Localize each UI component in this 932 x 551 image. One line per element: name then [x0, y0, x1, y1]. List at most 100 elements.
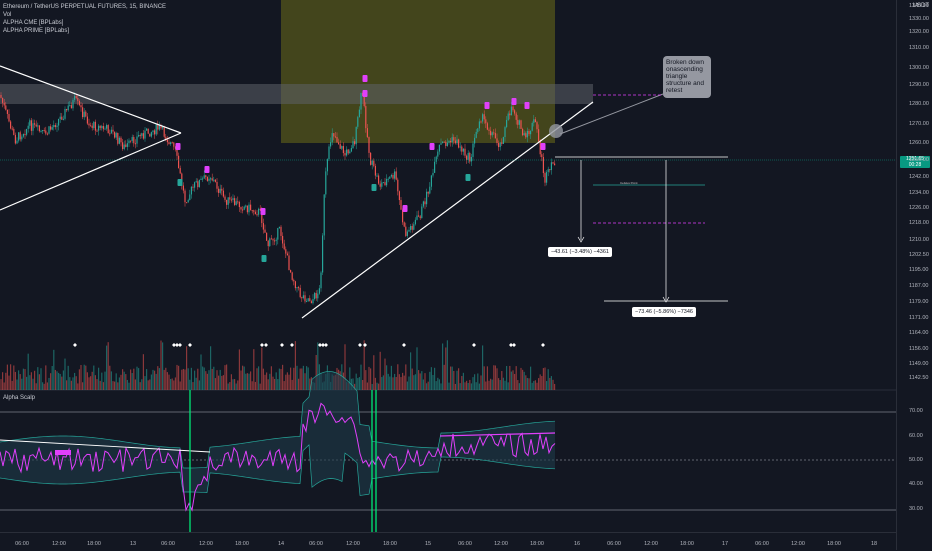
candle-body: [234, 198, 236, 205]
volume-bar: [82, 382, 84, 390]
candle-body: [48, 126, 50, 134]
measure-label-2[interactable]: −73.46 (−5.86%) −7346: [632, 307, 696, 317]
volume-bar: [403, 375, 405, 390]
volume-bar: [106, 345, 108, 390]
volume-bar: [517, 380, 519, 390]
volume-bar: [370, 368, 372, 390]
candle-body: [290, 270, 292, 273]
volume-bar: [123, 371, 125, 390]
signal-dot: [358, 343, 362, 347]
candle-body: [499, 142, 501, 148]
volume-bar: [125, 374, 127, 390]
candle-body: [34, 123, 36, 125]
volume-bar: [483, 366, 485, 390]
signal-sell-marker: [484, 102, 490, 109]
volume-bar: [466, 380, 468, 390]
candle-body: [198, 179, 200, 188]
volume-bar: [259, 383, 261, 390]
candle-body: [150, 132, 152, 137]
candle-body: [101, 126, 103, 128]
candle-body: [509, 113, 511, 116]
candle-body: [403, 222, 405, 227]
price-tick-label: 1156.00: [909, 346, 929, 352]
volume-bar: [67, 365, 69, 390]
volume-bar: [414, 374, 416, 390]
candle-body: [392, 175, 394, 179]
candle-body: [235, 201, 237, 205]
oscillator-tick-label: 50.00: [909, 457, 923, 463]
volume-bar: [362, 379, 364, 390]
candle-body: [501, 142, 503, 144]
candle-body: [21, 136, 23, 140]
candle-body: [547, 169, 549, 173]
volume-bar: [136, 366, 138, 390]
volume-bar: [77, 383, 79, 390]
candle-body: [307, 298, 309, 302]
oscillator-title[interactable]: Alpha Scalp: [3, 395, 35, 401]
candle-body: [453, 137, 455, 141]
candle-body: [302, 295, 304, 299]
volume-bar: [184, 369, 186, 390]
volume-bar: [454, 383, 456, 390]
candle-body: [328, 146, 330, 160]
candle-body: [206, 176, 208, 181]
candle-body: [187, 200, 189, 203]
volume-bar: [162, 342, 164, 390]
candle-body: [221, 188, 223, 191]
volume-bar: [242, 365, 244, 390]
indicator-alpha-cme[interactable]: ALPHA CME [BPLabs]: [3, 19, 166, 27]
symbol-title[interactable]: Ethereum / TetherUS PERPETUAL FUTURES, 1…: [3, 3, 166, 11]
signal-dot: [541, 343, 545, 347]
chart-window[interactable]: Ethereum / TetherUS PERPETUAL FUTURES, 1…: [0, 0, 932, 550]
candle-body: [510, 106, 512, 116]
candle-body: [533, 119, 535, 123]
candle-body: [162, 126, 164, 129]
signal-dot: [324, 343, 328, 347]
volume-bar: [355, 373, 357, 390]
candle-body: [358, 109, 360, 118]
volume-bar: [253, 349, 255, 390]
candle-body: [126, 143, 128, 147]
price-chart-canvas[interactable]: [0, 0, 932, 550]
volume-bar: [302, 365, 304, 390]
volume-bar: [528, 378, 530, 390]
candle-body: [210, 178, 212, 180]
candle-body: [240, 207, 242, 210]
candle-body: [531, 122, 533, 131]
volume-bar: [291, 379, 293, 390]
indicator-vol[interactable]: Vol: [3, 11, 166, 19]
candle-body: [504, 127, 506, 138]
measure-label-1[interactable]: −43.61 (−3.48%) −4361: [548, 247, 612, 257]
signal-dot: [188, 343, 192, 347]
volume-bar: [286, 372, 288, 390]
gray-zone: [0, 84, 593, 104]
candle-body: [371, 160, 373, 165]
time-tick-label: 12:00: [494, 541, 508, 547]
candle-body: [408, 229, 410, 232]
annotation-callout[interactable]: Broken down onascending triangle structu…: [663, 56, 711, 98]
indicator-alpha-prime[interactable]: ALPHA PRIME [BPLabs]: [3, 27, 166, 35]
candle-body: [251, 210, 253, 212]
candle-body: [304, 295, 306, 302]
signal-dot: [402, 343, 406, 347]
candle-body: [109, 133, 111, 135]
time-tick-label: 06:00: [309, 541, 323, 547]
candle-body: [282, 235, 284, 244]
candle-body: [299, 287, 301, 298]
volume-bar: [430, 367, 432, 390]
time-tick-label: 15: [424, 541, 432, 547]
candle-body: [99, 125, 101, 128]
candle-body: [507, 113, 509, 120]
candle-body: [520, 120, 522, 129]
volume-bar: [18, 370, 20, 390]
candle-body: [418, 215, 420, 217]
volume-bar: [10, 364, 12, 390]
volume-bar: [170, 378, 172, 390]
volume-bar: [48, 377, 50, 390]
candle-body: [202, 178, 204, 180]
candle-body: [195, 181, 197, 183]
volume-bar: [461, 376, 463, 390]
volume-bar: [258, 366, 260, 390]
candle-body: [86, 116, 88, 124]
volume-bar: [147, 380, 149, 390]
